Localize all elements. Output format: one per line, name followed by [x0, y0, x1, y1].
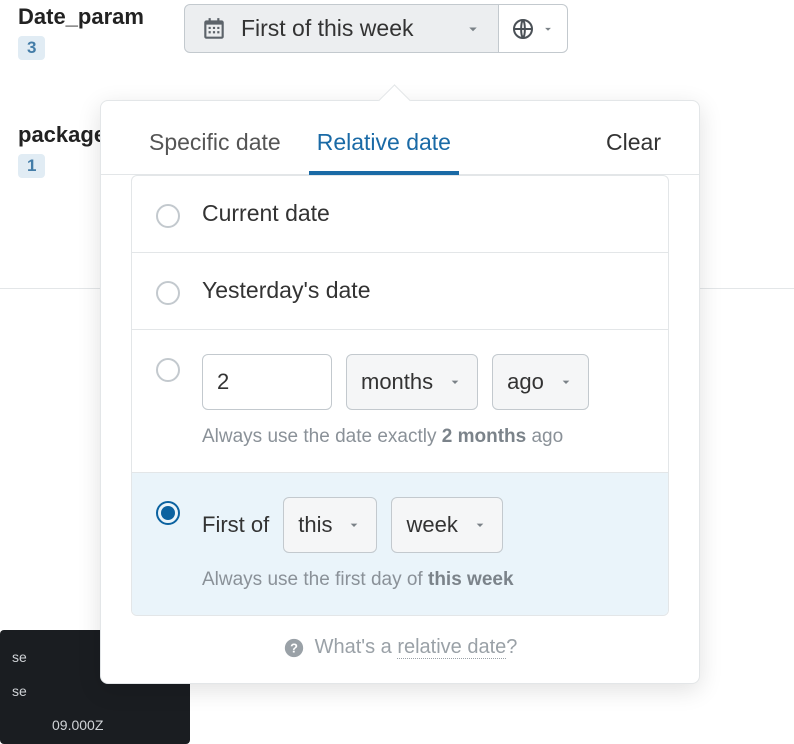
footer-help-link[interactable]: What's a relative date? [315, 636, 518, 659]
chevron-down-icon [447, 374, 463, 390]
popover-footer: ? What's a relative date? [131, 616, 669, 683]
timezone-button[interactable] [499, 4, 568, 53]
param-package: package 1 [18, 118, 106, 178]
first-of-hint: Always use the first day of this week [202, 569, 644, 591]
first-of-unit-select[interactable]: week [391, 497, 502, 553]
first-of-scope-select[interactable]: this [283, 497, 377, 553]
relative-n-input[interactable] [202, 354, 332, 410]
tab-specific-date[interactable]: Specific date [131, 119, 299, 174]
param-date: Date_param 3 [18, 0, 144, 60]
date-button[interactable]: First of this week [184, 4, 499, 53]
chevron-down-icon [558, 374, 574, 390]
date-popover: Specific date Relative date Clear Curren… [100, 100, 700, 684]
param-package-label: package [18, 122, 106, 148]
date-button-text: First of this week [241, 15, 414, 42]
radio-first-of[interactable] [156, 501, 180, 525]
calendar-icon [201, 16, 227, 42]
param-date-label: Date_param [18, 4, 144, 30]
chevron-down-icon [464, 20, 482, 38]
option-relative-n[interactable]: months ago Always use the date exactly 2… [132, 330, 668, 473]
tab-relative-date[interactable]: Relative date [299, 119, 469, 174]
radio-current-date[interactable] [156, 204, 180, 228]
option-yesterday-label: Yesterday's date [202, 277, 644, 304]
chevron-down-icon [541, 22, 555, 36]
chevron-down-icon [346, 517, 362, 533]
radio-relative-n[interactable] [156, 358, 180, 382]
date-selector: First of this week [184, 4, 568, 53]
popover-tabs: Specific date Relative date Clear [101, 101, 699, 175]
relative-n-hint: Always use the date exactly 2 months ago [202, 426, 644, 448]
relative-direction-select[interactable]: ago [492, 354, 589, 410]
relative-unit-select[interactable]: months [346, 354, 478, 410]
svg-text:?: ? [290, 640, 298, 655]
clear-button[interactable]: Clear [598, 119, 669, 174]
option-current-date[interactable]: Current date [132, 176, 668, 253]
option-first-of[interactable]: First of this week Always use the first … [132, 473, 668, 615]
option-current-label: Current date [202, 200, 644, 227]
first-of-prefix: First of [202, 512, 269, 538]
help-icon: ? [283, 637, 305, 659]
param-package-badge: 1 [18, 154, 45, 178]
options-box: Current date Yesterday's date months [131, 175, 669, 616]
chevron-down-icon [472, 517, 488, 533]
option-yesterday[interactable]: Yesterday's date [132, 253, 668, 330]
radio-yesterday[interactable] [156, 281, 180, 305]
globe-icon [511, 17, 535, 41]
param-date-badge: 3 [18, 36, 45, 60]
